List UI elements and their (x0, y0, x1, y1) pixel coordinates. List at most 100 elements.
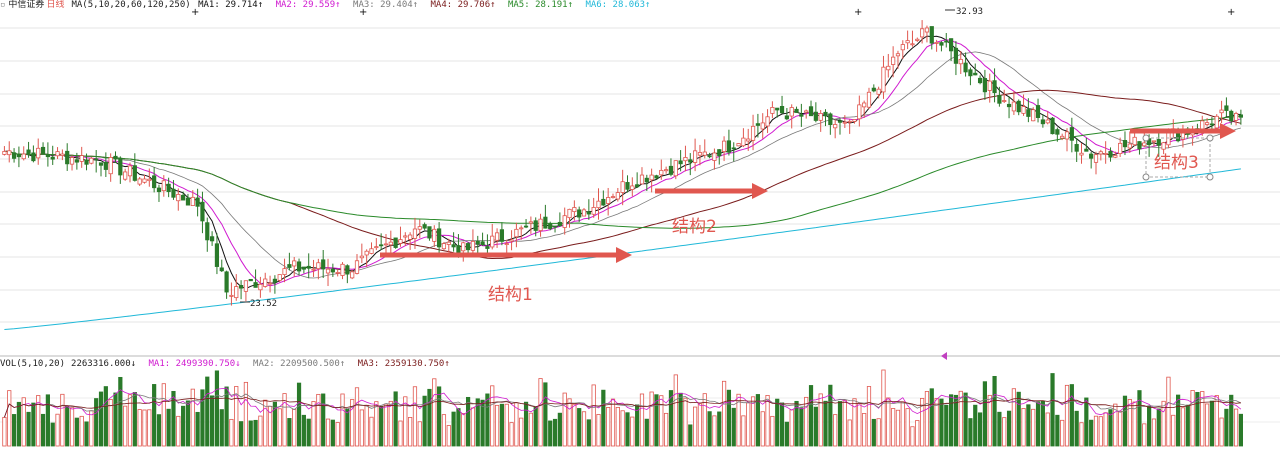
candle-body (504, 243, 509, 245)
settings-icon[interactable]: ▫ (0, 0, 5, 10)
marker-glyphs: + + + + (191, 7, 1235, 360)
volume-bar (127, 394, 133, 447)
volume-bar (166, 408, 171, 447)
candle-body (973, 72, 978, 76)
candle-body (1089, 153, 1094, 159)
candle-body (543, 216, 548, 229)
candle-body (248, 278, 253, 282)
candle-body (465, 243, 471, 251)
candle-body (813, 111, 818, 121)
volume-bar (533, 406, 538, 447)
volume-bar (446, 425, 451, 447)
volume-bar (992, 375, 997, 447)
volume-bar (538, 378, 543, 447)
volume-bar (939, 398, 944, 447)
candle-body (968, 69, 973, 77)
volume-bar (258, 415, 263, 447)
candle-body (601, 198, 606, 206)
candle-body (1132, 136, 1137, 146)
candle-body (446, 241, 451, 245)
candle-body (1026, 109, 1031, 117)
candle-body (470, 241, 476, 251)
candle-body (1006, 103, 1012, 108)
candle-body (11, 152, 17, 159)
candle-body (152, 175, 157, 189)
candle-body (369, 248, 374, 254)
structure-3-arrow-head (1220, 123, 1236, 139)
volume-bars (2, 369, 1243, 447)
candle-body (794, 108, 799, 113)
period-label[interactable]: 日线 (46, 0, 64, 10)
candle-body (572, 207, 577, 213)
candle-body (789, 107, 794, 117)
volume-bar (857, 402, 862, 447)
candle-body (195, 197, 200, 207)
candle-body (818, 113, 823, 121)
volume-bar (1060, 419, 1065, 447)
volume-bar (519, 417, 524, 447)
candle-body (717, 149, 722, 157)
volume-bar (60, 393, 65, 447)
candle-body (1204, 122, 1210, 125)
candle-body (1093, 154, 1099, 163)
candle-body (707, 155, 712, 158)
volume-bar (1224, 408, 1229, 447)
candle-body (417, 226, 422, 230)
structure-1-arrow-head (616, 247, 632, 263)
candle-body (277, 274, 282, 281)
volume-bar (456, 408, 461, 447)
candle-body (490, 235, 495, 248)
volume-bar (813, 406, 818, 447)
vol-ma1-readout: MA1: 2499390.750↓ (148, 359, 241, 369)
candle-body (736, 143, 741, 147)
volume-bar (1069, 384, 1074, 447)
volume-bar (74, 417, 79, 447)
volume-bar (94, 398, 99, 447)
candle-body (673, 160, 678, 177)
candle-body (1060, 135, 1065, 139)
candle-body (929, 26, 934, 44)
volume-bar (374, 401, 379, 447)
volume-bar (1204, 403, 1210, 447)
selection-handle[interactable] (1142, 173, 1150, 181)
volume-bar (263, 399, 268, 447)
vol-ma2-readout: MA2: 2209500.500↑ (253, 359, 346, 369)
volume-bar (968, 418, 973, 447)
candle-body (1055, 129, 1060, 135)
candle-body (190, 196, 195, 206)
candle-body (422, 224, 427, 229)
volume-bar (287, 418, 292, 447)
candle-body (842, 121, 847, 124)
volume-bar (721, 380, 727, 447)
volume-bar (639, 393, 645, 447)
volume-bar (673, 374, 678, 447)
candle-body (586, 211, 591, 215)
selection-handle[interactable] (1206, 173, 1214, 181)
candle-body (1108, 151, 1113, 158)
volume-bar (316, 393, 321, 447)
volume-bar (596, 414, 601, 447)
volume-bar (1214, 395, 1219, 447)
candle-body (267, 282, 273, 285)
selection-handle[interactable] (1206, 134, 1214, 142)
plus-marker: + (854, 7, 862, 18)
volume-bar (630, 416, 635, 447)
vol-spec[interactable]: VOL(5,10,20) (0, 359, 65, 369)
plus-marker: + (1227, 7, 1235, 18)
volume-bar (383, 403, 389, 447)
candle-body (306, 265, 311, 269)
volume-bar (379, 406, 384, 447)
ma20-line (4, 51, 1242, 279)
candle-body (1238, 114, 1243, 118)
candle-body (364, 250, 369, 256)
volume-bar (1074, 410, 1079, 447)
volume-bar (195, 411, 200, 447)
volume-bar (152, 384, 157, 447)
volume-bar (746, 402, 751, 447)
volume-bar (789, 409, 794, 447)
candle-body (1064, 131, 1070, 140)
ma6-readout: MA6: 28.063↑ (585, 0, 651, 10)
candle-body (2, 151, 7, 155)
ma1-readout: MA1: 29.714↑ (198, 0, 264, 10)
selection-handle[interactable] (1142, 134, 1150, 142)
